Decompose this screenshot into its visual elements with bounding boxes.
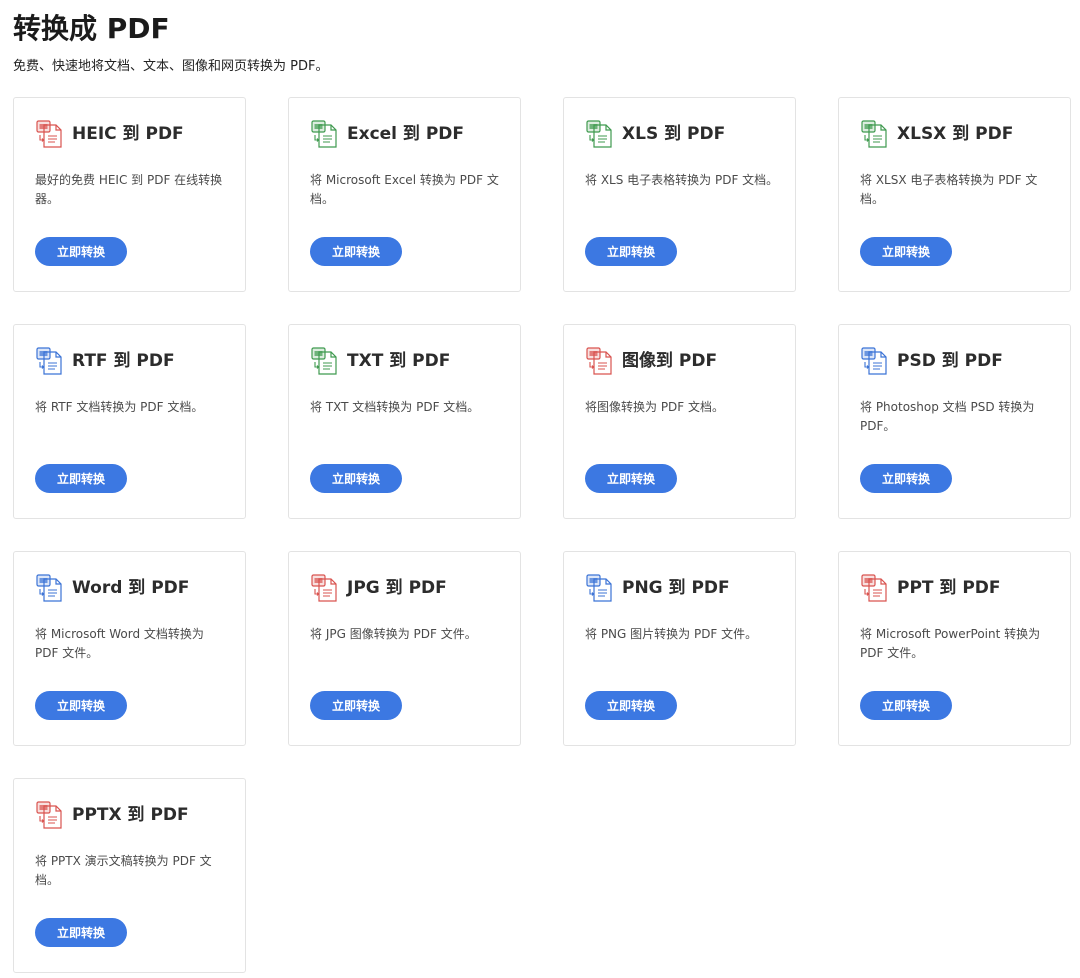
txt-file-icon: [310, 346, 338, 376]
card-title[interactable]: TXT 到 PDF: [347, 347, 450, 375]
converter-card[interactable]: PPT 到 PDF 将 Microsoft PowerPoint 转换为 PDF …: [838, 551, 1071, 746]
converter-card[interactable]: TXT 到 PDF 将 TXT 文档转换为 PDF 文档。立即转换: [288, 324, 521, 519]
card-title[interactable]: JPG 到 PDF: [347, 574, 447, 602]
card-description: 将 Microsoft Excel 转换为 PDF 文档。: [310, 173, 499, 206]
convert-now-button[interactable]: 立即转换: [585, 691, 677, 720]
converter-card[interactable]: PNG 到 PDF 将 PNG 图片转换为 PDF 文件。立即转换: [563, 551, 796, 746]
convert-now-button[interactable]: 立即转换: [310, 691, 402, 720]
ppt-file-icon: [860, 573, 888, 603]
card-description: 将图像转换为 PDF 文档。: [585, 400, 725, 414]
card-description: 将 PPTX 演示文稿转换为 PDF 文档。: [35, 854, 212, 887]
converter-card[interactable]: HEIC 到 PDF 最好的免费 HEIC 到 PDF 在线转换器。立即转换: [13, 97, 246, 292]
card-description: 将 XLS 电子表格转换为 PDF 文档。: [585, 173, 779, 187]
convert-now-button[interactable]: 立即转换: [35, 464, 127, 493]
card-description: 将 JPG 图像转换为 PDF 文件。: [310, 627, 477, 641]
page-header: 转换成 PDF 免费、快速地将文档、文本、图像和网页转换为 PDF。: [13, 10, 328, 76]
card-title[interactable]: XLSX 到 PDF: [897, 120, 1013, 148]
card-description: 将 Microsoft Word 文档转换为 PDF 文件。: [35, 627, 204, 660]
card-header: Word 到 PDF: [35, 573, 189, 603]
image-file-icon: [585, 346, 613, 376]
excel-file-icon: [310, 119, 338, 149]
card-header: RTF 到 PDF: [35, 346, 175, 376]
card-header: PPTX 到 PDF: [35, 800, 189, 830]
card-header: HEIC 到 PDF: [35, 119, 184, 149]
convert-now-button[interactable]: 立即转换: [35, 918, 127, 947]
convert-now-button[interactable]: 立即转换: [310, 464, 402, 493]
card-title[interactable]: XLS 到 PDF: [622, 120, 725, 148]
converter-grid: HEIC 到 PDF 最好的免费 HEIC 到 PDF 在线转换器。 立即转换 Exc…: [13, 97, 1071, 973]
card-description: 将 Microsoft PowerPoint 转换为 PDF 文件。: [860, 627, 1041, 660]
card-description: 将 Photoshop 文档 PSD 转换为 PDF。: [860, 400, 1035, 433]
card-header: PPT 到 PDF: [860, 573, 1001, 603]
card-title[interactable]: PPT 到 PDF: [897, 574, 1001, 602]
convert-now-button[interactable]: 立即转换: [860, 237, 952, 266]
xls-file-icon: [585, 119, 613, 149]
convert-now-button[interactable]: 立即转换: [35, 237, 127, 266]
card-title[interactable]: PNG 到 PDF: [622, 574, 730, 602]
converter-card[interactable]: PSD 到 PDF 将 Photoshop 文档 PSD 转换为 PDF。立即转换: [838, 324, 1071, 519]
card-header: PNG 到 PDF: [585, 573, 730, 603]
convert-now-button[interactable]: 立即转换: [860, 464, 952, 493]
pptx-file-icon: [35, 800, 63, 830]
card-title[interactable]: 图像到 PDF: [622, 347, 717, 375]
convert-now-button[interactable]: 立即转换: [35, 691, 127, 720]
converter-card[interactable]: Excel 到 PDF 将 Microsoft Excel 转换为 PDF 文档。…: [288, 97, 521, 292]
convert-now-button[interactable]: 立即转换: [310, 237, 402, 266]
xlsx-file-icon: [860, 119, 888, 149]
converter-card[interactable]: RTF 到 PDF 将 RTF 文档转换为 PDF 文档。立即转换: [13, 324, 246, 519]
png-file-icon: [585, 573, 613, 603]
page-title: 转换成 PDF: [13, 12, 170, 45]
convert-now-button[interactable]: 立即转换: [860, 691, 952, 720]
psd-file-icon: [860, 346, 888, 376]
card-description: 将 RTF 文档转换为 PDF 文档。: [35, 400, 204, 414]
card-title[interactable]: Word 到 PDF: [72, 574, 189, 602]
convert-now-button[interactable]: 立即转换: [585, 237, 677, 266]
converter-card[interactable]: Word 到 PDF 将 Microsoft Word 文档转换为 PDF 文件。…: [13, 551, 246, 746]
converter-card[interactable]: PPTX 到 PDF 将 PPTX 演示文稿转换为 PDF 文档。立即转换: [13, 778, 246, 973]
card-title[interactable]: PSD 到 PDF: [897, 347, 1003, 375]
card-header: 图像到 PDF: [585, 346, 717, 376]
converter-card[interactable]: 图像到 PDF 将图像转换为 PDF 文档。立即转换: [563, 324, 796, 519]
card-header: XLSX 到 PDF: [860, 119, 1013, 149]
card-description: 将 XLSX 电子表格转换为 PDF 文档。: [860, 173, 1038, 206]
card-title[interactable]: Excel 到 PDF: [347, 120, 464, 148]
rtf-file-icon: [35, 346, 63, 376]
word-file-icon: [35, 573, 63, 603]
converter-card[interactable]: JPG 到 PDF 将 JPG 图像转换为 PDF 文件。立即转换: [288, 551, 521, 746]
card-header: JPG 到 PDF: [310, 573, 447, 603]
card-header: TXT 到 PDF: [310, 346, 450, 376]
card-description: 将 PNG 图片转换为 PDF 文件。: [585, 627, 758, 641]
card-title[interactable]: HEIC 到 PDF: [72, 120, 184, 148]
card-header: XLS 到 PDF: [585, 119, 725, 149]
converter-card[interactable]: XLS 到 PDF 将 XLS 电子表格转换为 PDF 文档。立即转换: [563, 97, 796, 292]
converter-card[interactable]: XLSX 到 PDF 将 XLSX 电子表格转换为 PDF 文档。立即转换: [838, 97, 1071, 292]
heic-file-icon: [35, 119, 63, 149]
card-title[interactable]: PPTX 到 PDF: [72, 801, 189, 829]
card-header: Excel 到 PDF: [310, 119, 464, 149]
card-description: 将 TXT 文档转换为 PDF 文档。: [310, 400, 480, 414]
jpg-file-icon: [310, 573, 338, 603]
card-header: PSD 到 PDF: [860, 346, 1003, 376]
convert-now-button[interactable]: 立即转换: [585, 464, 677, 493]
page-subtitle: 免费、快速地将文档、文本、图像和网页转换为 PDF。: [13, 59, 329, 74]
card-title[interactable]: RTF 到 PDF: [72, 347, 175, 375]
card-description: 最好的免费 HEIC 到 PDF 在线转换器。: [35, 173, 223, 206]
